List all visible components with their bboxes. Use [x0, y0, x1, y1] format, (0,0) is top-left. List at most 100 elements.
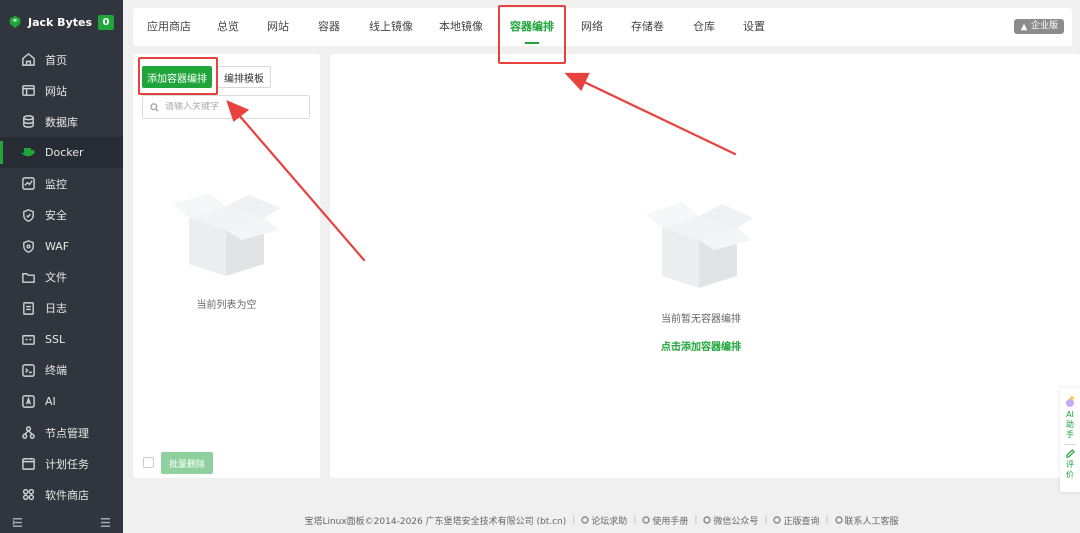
tab-9[interactable]: 仓库 — [693, 8, 715, 46]
empty-compose-text: 当前暂无容器编排 — [661, 314, 741, 325]
node-icon — [20, 425, 36, 441]
sidebar-item-label: 日志 — [45, 302, 67, 316]
footer-link[interactable]: 联系人工客服 — [834, 514, 899, 527]
widget-divider — [1064, 444, 1076, 445]
sidebar-item-label: 终端 — [45, 364, 67, 378]
empty-list-text: 当前列表为空 — [196, 300, 257, 311]
sidebar-item-monitor[interactable]: 监控 — [0, 168, 123, 199]
brand[interactable]: Jack Bytes 0 — [0, 0, 123, 44]
enterprise-label: 企业版 — [1030, 21, 1058, 31]
sidebar-item-label: 安全 — [45, 209, 67, 223]
sidebar-item-label: WAF — [45, 239, 70, 253]
sidebar-item-terminal[interactable]: 终端 — [0, 355, 123, 386]
folder-icon — [20, 269, 36, 285]
tab-4[interactable]: 线上镜像 — [369, 8, 413, 46]
ai-assistant-icon — [1066, 395, 1075, 407]
search-input[interactable] — [165, 102, 305, 112]
footer-separator: | — [825, 515, 829, 525]
sidebar-item-home[interactable]: 首页 — [0, 44, 123, 75]
ssl-icon — [20, 331, 36, 347]
sidebar-item-shield[interactable]: 安全 — [0, 199, 123, 230]
sidebar-item-store[interactable]: 软件商店 — [0, 479, 123, 510]
sidebar-item-label: Docker — [45, 146, 84, 160]
sidebar-item-label: 文件 — [45, 271, 67, 285]
sidebar-item-label: 计划任务 — [45, 457, 89, 471]
footer-link-label: 论坛求助 — [591, 516, 628, 527]
sidebar-item-ssl[interactable]: SSL — [0, 324, 123, 355]
tab-1[interactable]: 总览 — [217, 8, 239, 46]
empty-box-illustration — [646, 202, 753, 288]
sidebar-item-label: 节点管理 — [45, 426, 89, 440]
shield-icon — [20, 207, 36, 223]
ai-assistant-label[interactable]: AI助手 — [1065, 410, 1075, 440]
top-tab-bar: 应用商店 总览 网站 容器 线上镜像 本地镜像 容器编排 网络 存储卷 仓库 设置 企业版 — [133, 8, 1072, 46]
footer-link-icon — [834, 516, 843, 524]
sidebar-item-calendar[interactable]: 计划任务 — [0, 448, 123, 479]
select-all-checkbox[interactable] — [143, 457, 154, 468]
sidebar-item-label: 数据库 — [45, 115, 78, 129]
float-assistant-widget[interactable]: AI助手 评价 — [1060, 388, 1080, 492]
sidebar-nav: 首页网站数据库 Docker 监控安全 WAF 文件日志 SSL 终端 AI 节点管理计划任务软… — [0, 44, 123, 510]
sidebar-item-website[interactable]: 网站 — [0, 75, 123, 106]
sidebar-item-ai[interactable]: AI — [0, 386, 123, 417]
search-box[interactable] — [142, 95, 310, 119]
tab-10[interactable]: 设置 — [743, 8, 765, 46]
add-compose-link[interactable]: 点击添加容器编排 — [330, 338, 1072, 353]
review-label[interactable]: 评价 — [1065, 460, 1075, 480]
website-icon — [20, 83, 36, 99]
batch-delete-button[interactable]: 批量删除 — [161, 452, 213, 474]
collapse-menu-icon[interactable] — [12, 517, 23, 528]
sidebar-item-label: SSL — [45, 332, 66, 346]
compose-template-button[interactable]: 编排模板 — [217, 66, 271, 88]
footer-separator: | — [764, 515, 768, 525]
store-icon — [20, 487, 36, 503]
tab-2[interactable]: 网站 — [267, 8, 289, 46]
edit-icon — [1065, 449, 1075, 458]
compose-list-panel: 添加容器编排 编排模板 当前列表为空 批量删除 — [133, 54, 320, 478]
tab-7[interactable]: 网络 — [581, 8, 603, 46]
footer-separator: | — [694, 515, 698, 525]
footer-link[interactable]: 微信公众号 — [703, 514, 758, 527]
sidebar: Jack Bytes 0 首页网站数据库 Docker 监控安全 WAF 文件日志 SSL… — [0, 0, 123, 533]
tab-0[interactable]: 应用商店 — [147, 8, 191, 46]
footer-link[interactable]: 正版查询 — [773, 514, 820, 527]
tab-8[interactable]: 存储卷 — [631, 8, 664, 46]
add-compose-button[interactable]: 添加容器编排 — [142, 66, 212, 88]
ai-icon — [20, 394, 36, 410]
waf-icon — [20, 238, 36, 254]
sidebar-item-waf[interactable]: WAF — [0, 231, 123, 262]
footer-link-icon — [581, 516, 589, 524]
footer-separator: | — [633, 515, 637, 525]
sidebar-item-folder[interactable]: 文件 — [0, 262, 123, 293]
enterprise-icon — [1020, 23, 1028, 30]
sidebar-item-node[interactable]: 节点管理 — [0, 417, 123, 448]
footer-link-icon — [703, 516, 712, 524]
footer-link[interactable]: 论坛求助 — [581, 514, 627, 527]
compose-detail-panel: 当前暂无容器编排 点击添加容器编排 — [330, 54, 1080, 478]
footer-link-label: 正版查询 — [783, 516, 820, 527]
terminal-icon — [20, 362, 36, 378]
sidebar-item-label: AI — [45, 395, 56, 409]
tab-6[interactable]: 容器编排 — [510, 8, 554, 46]
menu-list-icon[interactable] — [100, 517, 111, 528]
calendar-icon — [20, 456, 36, 472]
sidebar-item-database[interactable]: 数据库 — [0, 106, 123, 137]
tab-3[interactable]: 容器 — [318, 8, 340, 46]
notification-badge[interactable]: 0 — [98, 14, 114, 30]
sidebar-item-label: 软件商店 — [45, 488, 89, 502]
footer: 宝塔Linux面板©2014-2026 广东堡塔安全技术有限公司 (bt.cn)… — [123, 512, 1080, 528]
footer-link[interactable]: 使用手册 — [642, 514, 688, 527]
sidebar-item-label: 网站 — [45, 84, 67, 98]
enterprise-badge[interactable]: 企业版 — [1013, 19, 1064, 34]
database-icon — [20, 114, 36, 130]
log-icon — [20, 300, 36, 316]
sidebar-item-log[interactable]: 日志 — [0, 293, 123, 324]
footer-link-label: 微信公众号 — [713, 516, 759, 527]
sidebar-item-label: 监控 — [45, 177, 67, 191]
search-icon — [150, 102, 159, 112]
footer-separator: | — [572, 515, 576, 525]
footer-link-label: 使用手册 — [652, 516, 689, 527]
tab-5[interactable]: 本地镜像 — [439, 8, 483, 46]
copyright-text: 宝塔Linux面板©2014-2026 广东堡塔安全技术有限公司 (bt.cn) — [304, 516, 567, 527]
sidebar-item-docker[interactable]: Docker — [0, 137, 123, 169]
